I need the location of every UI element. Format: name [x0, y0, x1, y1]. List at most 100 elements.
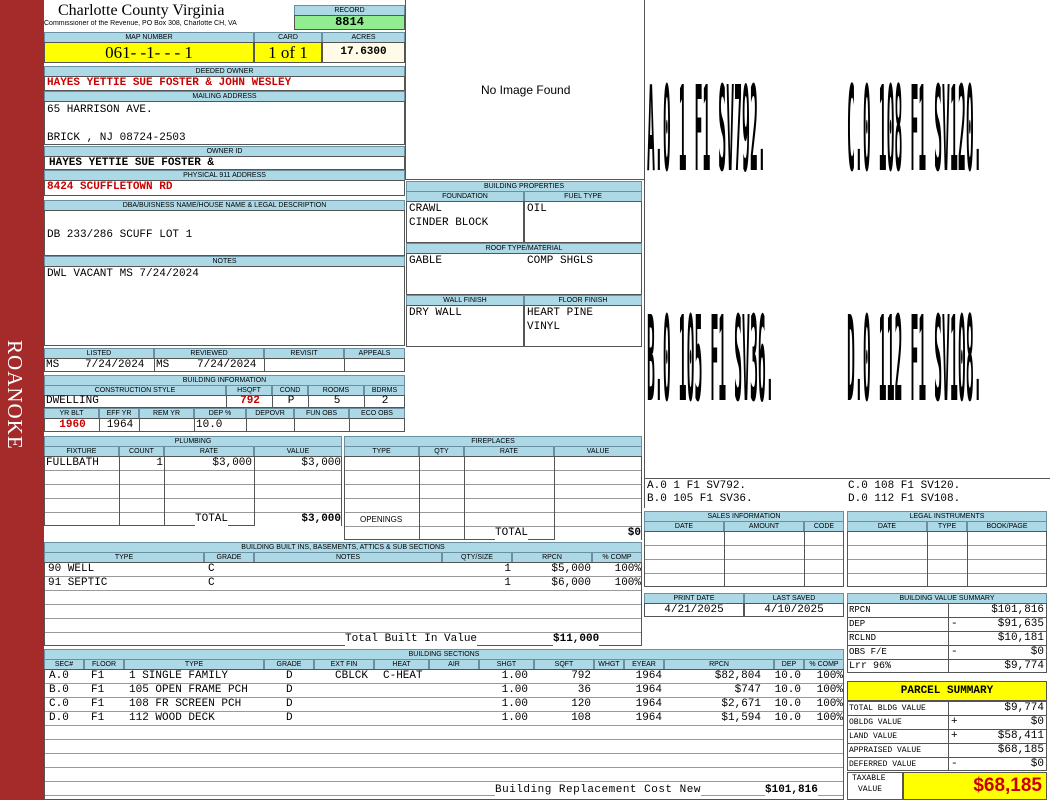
- foundation-2: CINDER BLOCK: [409, 217, 489, 229]
- builtin-qty: 1: [504, 563, 511, 575]
- dba-value: DB 233/286 SCUFF LOT 1: [47, 229, 193, 241]
- builtin-type: 91 SEPTIC: [48, 577, 108, 589]
- builtin-comp: 100%: [614, 577, 641, 589]
- sales-table: [644, 531, 844, 587]
- mailing-address-box: 65 HARRISON AVE. BRICK , NJ 08724-2503: [44, 101, 405, 145]
- sketch-label-d: D.0 112 F1 SV108.: [847, 290, 982, 428]
- roof-type: GABLE: [409, 255, 443, 267]
- floor-finish-2: VINYL: [527, 321, 561, 333]
- sketch-label-c: C.0 108 F1 SV120.: [847, 60, 982, 198]
- building-info-row-1: DWELLING 792 P 5 2: [44, 395, 405, 408]
- table-row: DEFERRED VALUE - $0: [848, 758, 1046, 771]
- table-row: RCLND $10,181: [848, 632, 1046, 646]
- builtin-rpcn: $5,000: [551, 563, 591, 575]
- section-grade: D: [286, 712, 293, 724]
- section-dep: 10.0: [774, 712, 801, 724]
- builtin-grade: C: [208, 577, 215, 589]
- openings-label: OPENINGS: [360, 515, 403, 524]
- county-header: Charlotte County Virginia Commissioner o…: [44, 0, 294, 32]
- plumbing-table: FULLBATH 1 $3,000 $3,000 TOTAL $3,000: [44, 456, 342, 526]
- dep-pct-value: 10.0: [196, 419, 223, 431]
- table-row: APPRAISED VALUE $68,185: [848, 744, 1046, 758]
- fuel-value: OIL: [527, 203, 547, 215]
- sketch-label-b: B.0 105 F1 SV36.: [647, 290, 774, 428]
- sketch-label-a: A.0 1 F1 SV792.: [647, 60, 766, 198]
- building-sketch: A.0 1 F1 SV792. C.0 108 F1 SV120. B.0 10…: [644, 0, 1050, 478]
- review-row: MS 7/24/2024 MS 7/24/2024: [44, 358, 405, 372]
- section-rpcn: $747: [734, 684, 761, 696]
- mailing-line-1: 65 HARRISON AVE.: [47, 104, 153, 116]
- parcel-row-label: OBLDG VALUE: [849, 718, 902, 727]
- foundation-1: CRAWL: [409, 203, 443, 215]
- builtins-table: 90 WELL C 1 $5,000 100% 91 SEPTIC C 1 $6…: [44, 562, 642, 646]
- summary-row-label: Lrr 96%: [849, 661, 892, 672]
- value-summary-table: RPCN $101,816 DEP - $91,635 RCLND $10,18…: [847, 603, 1047, 673]
- wall-finish-value: DRY WALL: [409, 307, 462, 319]
- table-row: TOTAL BLDG VALUE $9,774: [848, 702, 1046, 716]
- section-grade: D: [286, 670, 293, 682]
- record-value: 8814: [294, 15, 405, 30]
- notes-value: DWL VACANT MS 7/24/2024: [47, 268, 199, 280]
- fuel-box: OIL: [524, 201, 642, 243]
- foundation-box: CRAWL CINDER BLOCK: [406, 201, 524, 243]
- section-shgt: 1.00: [501, 670, 528, 682]
- section-floor: F1: [91, 684, 105, 696]
- builtin-type: 90 WELL: [48, 563, 95, 575]
- section-eyear: 1964: [635, 712, 662, 724]
- summary-row-value: $10,181: [997, 632, 1044, 644]
- table-row: OBS F/E - $0: [848, 646, 1046, 660]
- card-value: 1 of 1: [254, 42, 322, 63]
- section-rpcn: $1,594: [721, 712, 761, 724]
- section-sec: C.0: [49, 698, 69, 710]
- yr-blt-value: 1960: [59, 419, 86, 431]
- reviewed-date: 7/24/2024: [197, 359, 257, 371]
- taxable-label-2: VALUE: [858, 785, 883, 794]
- mailing-line-2: BRICK , NJ 08724-2503: [47, 132, 186, 144]
- section-comp: 100%: [816, 712, 843, 724]
- table-row: LAND VALUE + $58,411: [848, 730, 1046, 744]
- photo-area: No Image Found: [405, 0, 644, 180]
- county-title: Charlotte County Virginia: [58, 2, 225, 19]
- section-sec: B.0: [49, 684, 69, 696]
- section-dep: 10.0: [774, 684, 801, 696]
- deeded-owner-value: HAYES YETTIE SUE FOSTER & JOHN WESLEY: [44, 76, 405, 91]
- replacement-cost-value: $101,816: [765, 784, 818, 797]
- commissioner-address: Commissioner of the Revenue, PO Box 308,…: [44, 20, 237, 27]
- builtins-total-label: Total Built In Value: [345, 633, 478, 646]
- parcel-summary-title: PARCEL SUMMARY: [847, 681, 1047, 701]
- section-eyear: 1964: [635, 698, 662, 710]
- building-info-row-2: 1960 1964 10.0: [44, 418, 405, 432]
- print-date-value: 4/21/2025: [644, 603, 744, 617]
- acres-value: 17.6300: [322, 42, 405, 63]
- section-comp: 100%: [816, 670, 843, 682]
- section-sqft: 120: [571, 698, 591, 710]
- section-rpcn: $82,804: [714, 670, 761, 682]
- reviewed-by: MS: [156, 359, 170, 371]
- section-sqft: 792: [571, 670, 591, 682]
- parcel-summary-table: TOTAL BLDG VALUE $9,774 OBLDG VALUE + $0…: [847, 701, 1047, 771]
- parcel-row-label: LAND VALUE: [849, 732, 898, 741]
- replacement-cost-label: Building Replacement Cost New: [495, 784, 701, 797]
- table-row: OBLDG VALUE + $0: [848, 716, 1046, 730]
- summary-row-value: $0: [1030, 646, 1044, 658]
- section-eyear: 1964: [635, 670, 662, 682]
- builtin-qty: 1: [504, 577, 511, 589]
- sidebar-banner: ROANOKE: [0, 0, 44, 800]
- plumbing-value: $3,000: [301, 457, 341, 469]
- plumbing-total: $3,000: [255, 513, 341, 526]
- section-shgt: 1.00: [501, 684, 528, 696]
- builtin-comp: 100%: [614, 563, 641, 575]
- section-comp: 100%: [816, 684, 843, 696]
- sketch-legend-3: C.0 108 F1 SV120.: [848, 480, 961, 492]
- cond-value: P: [287, 395, 295, 407]
- owner-id-value: HAYES YETTIE SUE FOSTER &: [44, 156, 405, 170]
- floor-finish-1: HEART PINE: [527, 307, 594, 319]
- taxable-value-label-box: TAXABLE VALUE: [847, 772, 903, 800]
- section-type: 1 SINGLE FAMILY: [129, 670, 229, 682]
- section-type: 112 WOOD DECK: [129, 712, 215, 724]
- section-grade: D: [286, 698, 293, 710]
- fireplaces-total-label: TOTAL: [495, 527, 529, 540]
- parcel-row-value: $68,185: [997, 744, 1044, 756]
- parcel-row-value: $9,774: [1004, 702, 1044, 714]
- plumbing-count: 1: [156, 457, 163, 469]
